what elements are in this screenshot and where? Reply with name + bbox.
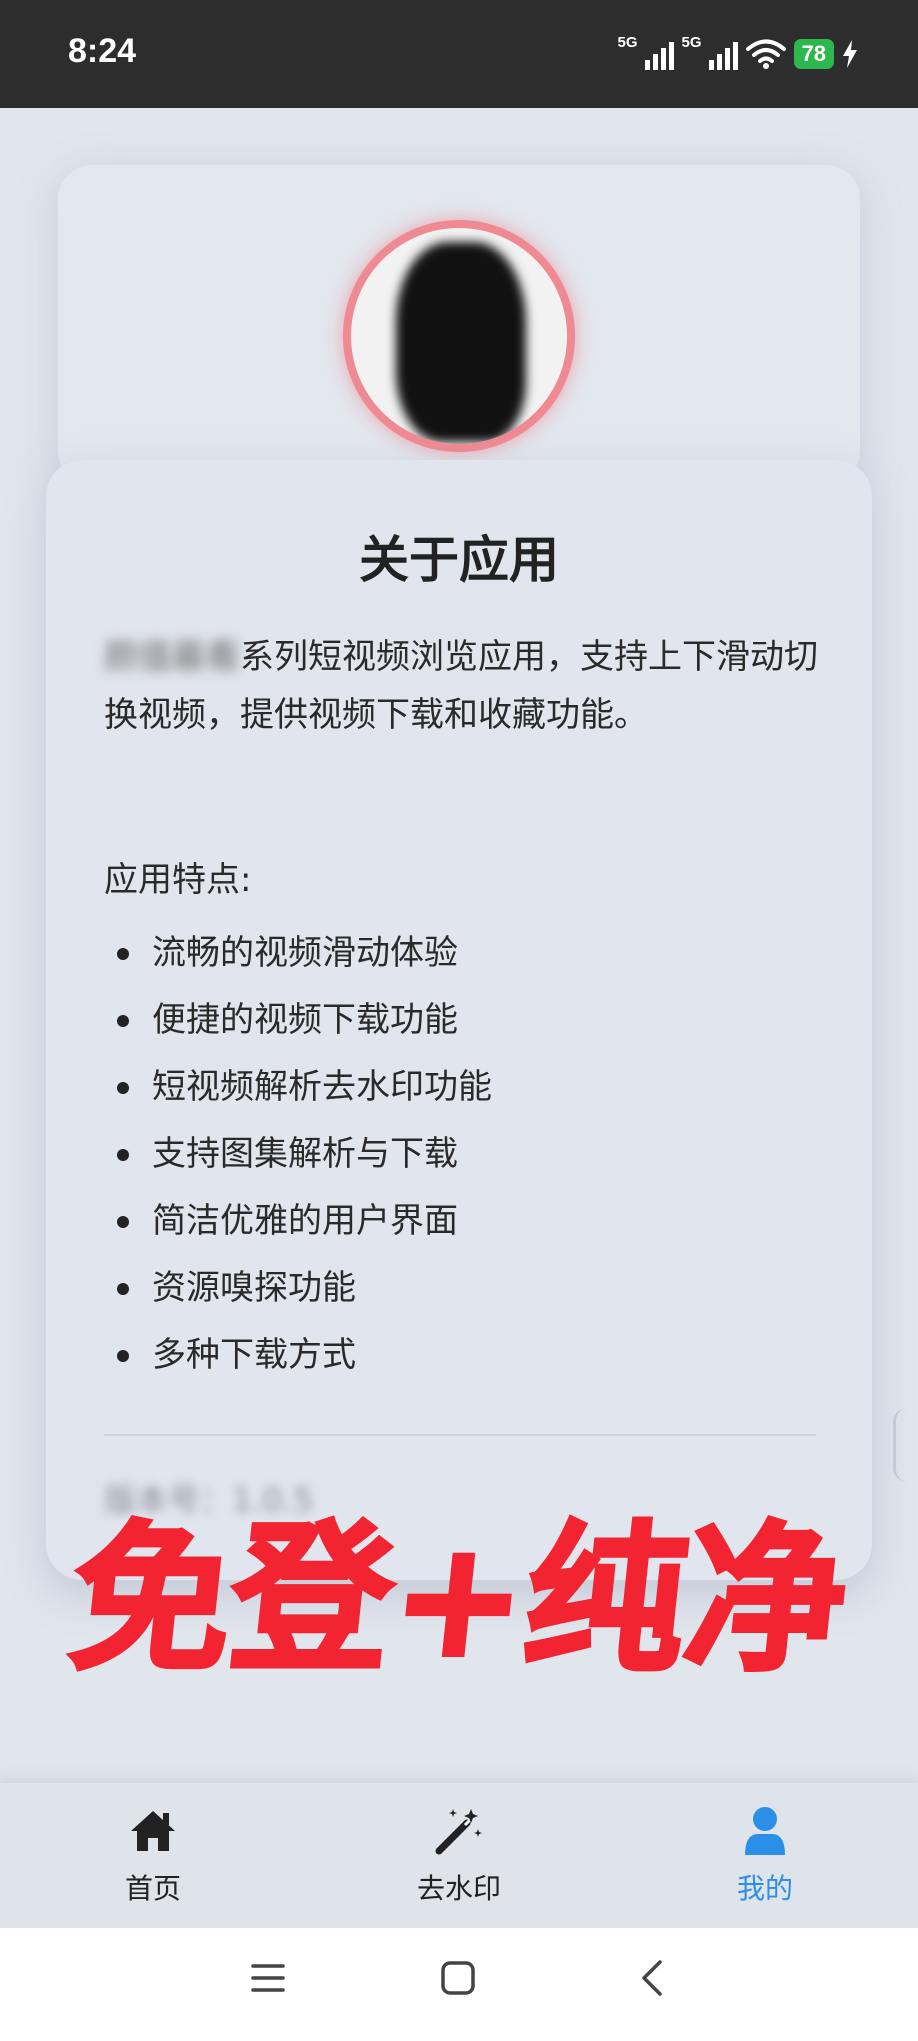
feature-list: 流畅的视频滑动体验 便捷的视频下载功能 短视频解析去水印功能 支持图集解析与下载… xyxy=(104,928,492,1397)
promo-text: 免登+纯净 xyxy=(60,1504,858,1695)
nav-label-profile: 我的 xyxy=(736,1872,793,1905)
feature-item: 便捷的视频下载功能 xyxy=(104,995,492,1062)
nav-label-home: 首页 xyxy=(124,1872,181,1905)
nav-item-profile[interactable]: 我的 xyxy=(665,1805,865,1907)
nav-label-watermark: 去水印 xyxy=(416,1872,501,1905)
avatar[interactable] xyxy=(343,220,575,452)
feature-item: 支持图集解析与下载 xyxy=(104,1129,492,1196)
about-title: 关于应用 xyxy=(359,531,559,589)
about-card: 关于应用 颜值最看系列短视频浏览应用，支持上下滑动切换视频，提供视频下载和收藏功… xyxy=(46,460,872,1580)
status-bar: 8:24 5G 5G 78 xyxy=(0,0,918,108)
edge-swipe-handle[interactable] xyxy=(893,1408,910,1482)
nav-item-home[interactable]: 首页 xyxy=(53,1805,253,1907)
network-type-1: 5G xyxy=(617,34,638,51)
divider xyxy=(104,1434,816,1436)
feature-item: 短视频解析去水印功能 xyxy=(104,1062,492,1129)
bottom-nav: 首页 去水印 我的 xyxy=(0,1783,918,1928)
wifi-icon xyxy=(745,39,786,69)
network-type-2: 5G xyxy=(681,34,702,51)
charging-icon xyxy=(843,40,857,68)
magic-wand-icon xyxy=(435,1809,482,1855)
back-icon[interactable] xyxy=(634,1960,670,1996)
app-name-blurred: 颜值最看 xyxy=(104,637,240,677)
features-heading: 应用特点: xyxy=(104,860,252,900)
battery-indicator: 78 xyxy=(793,39,834,69)
status-icons: 5G 5G 78 xyxy=(618,32,858,76)
user-icon xyxy=(745,1807,785,1855)
cellular-signal-icon-2: 5G xyxy=(682,34,738,74)
home-square-icon[interactable] xyxy=(440,1960,476,1996)
feature-item: 简洁优雅的用户界面 xyxy=(104,1196,492,1263)
status-time: 8:24 xyxy=(68,32,137,70)
promo-overlay-text: 免登+纯净 xyxy=(0,1504,918,1695)
nav-item-watermark[interactable]: 去水印 xyxy=(359,1805,559,1907)
menu-icon[interactable] xyxy=(250,1960,286,1996)
avatar-image-blurred xyxy=(396,242,526,442)
cellular-signal-icon: 5G xyxy=(618,34,674,74)
feature-item: 流畅的视频滑动体验 xyxy=(104,928,492,995)
feature-item: 资源嗅探功能 xyxy=(104,1263,492,1330)
home-icon xyxy=(131,1811,175,1851)
system-nav-bar xyxy=(0,1928,918,2041)
about-description: 颜值最看系列短视频浏览应用，支持上下滑动切换视频，提供视频下载和收藏功能。 xyxy=(104,628,844,744)
feature-item: 多种下载方式 xyxy=(104,1330,492,1397)
